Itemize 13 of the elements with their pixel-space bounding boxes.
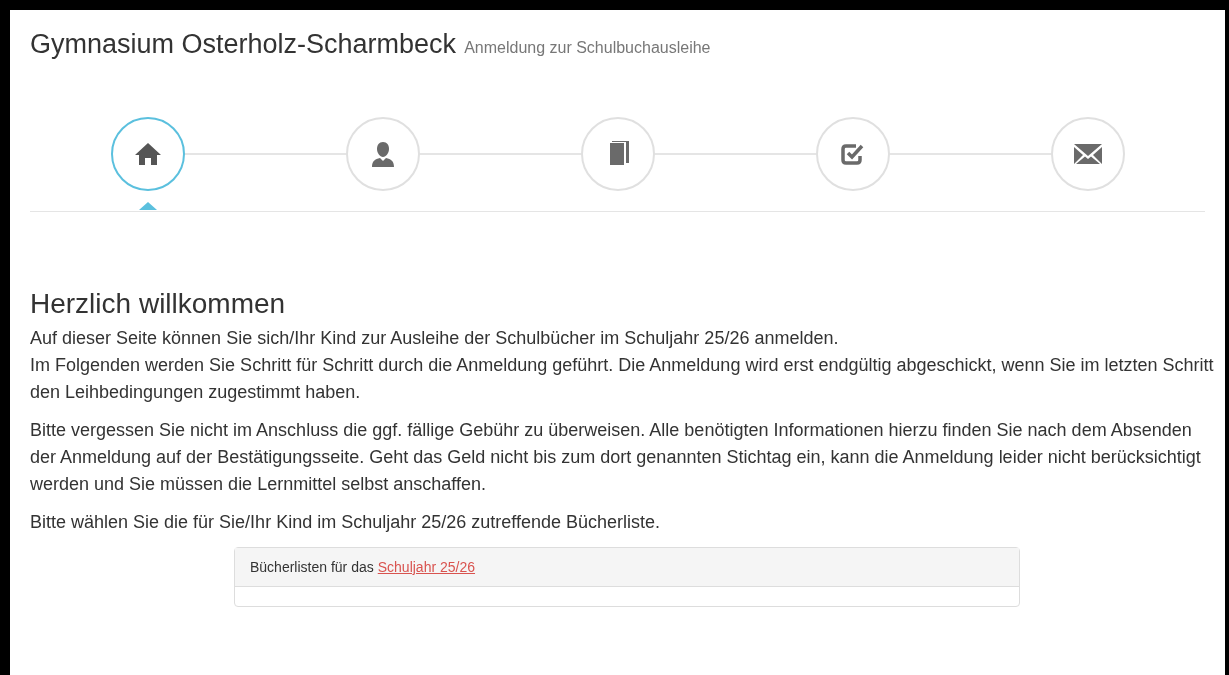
envelope-icon (1073, 143, 1102, 164)
intro-paragraph: Bitte wählen Sie die für Sie/Ihr Kind im Schuljahr 25/26 zutreffende Bücherliste. (30, 510, 662, 534)
welcome-heading: Herzlich willkommen (30, 286, 287, 321)
intro-paragraph: Auf dieser Seite können Sie sich/Ihr Kind zur Ausleihe der Schulbücher im Schuljahr 25/26 anmelden. Im Folgenden werden Sie Schritt für Schritt durch die Anmeldung geführt. Die Anmeldung wird erst endgültig abgeschickt, wenn Sie im letzten Schritt den Leihbedingungen zugestimmt haben. (30, 326, 1215, 404)
intro-paragraph: Bitte vergessen Sie nicht im Anschluss die ggf. fällige Gebühr zu überweisen. Alle benötigten Informationen hierzu finden Sie nach dem Absenden der Anmeldung auf der Bestätigungsseite. Geht das Geld nicht bis zum dort genannten Stichtag ein, kann die Anmeldung leider nicht berücksichtigt werden und Sie müssen die Lernmittel selbst anschaffen. (30, 418, 1202, 496)
panel-title: Bücherlisten für das (250, 557, 374, 577)
site-title: Gymnasium Osterholz-Scharmbeck (30, 28, 457, 61)
active-step-pointer (138, 201, 157, 210)
school-year-link[interactable]: Schuljahr 25/26 (377, 556, 476, 577)
checkbox-icon (840, 142, 865, 165)
home-icon (134, 142, 161, 165)
person-icon (369, 140, 396, 167)
site-subtitle: Anmeldung zur Schulbuchausleihe (464, 38, 711, 58)
